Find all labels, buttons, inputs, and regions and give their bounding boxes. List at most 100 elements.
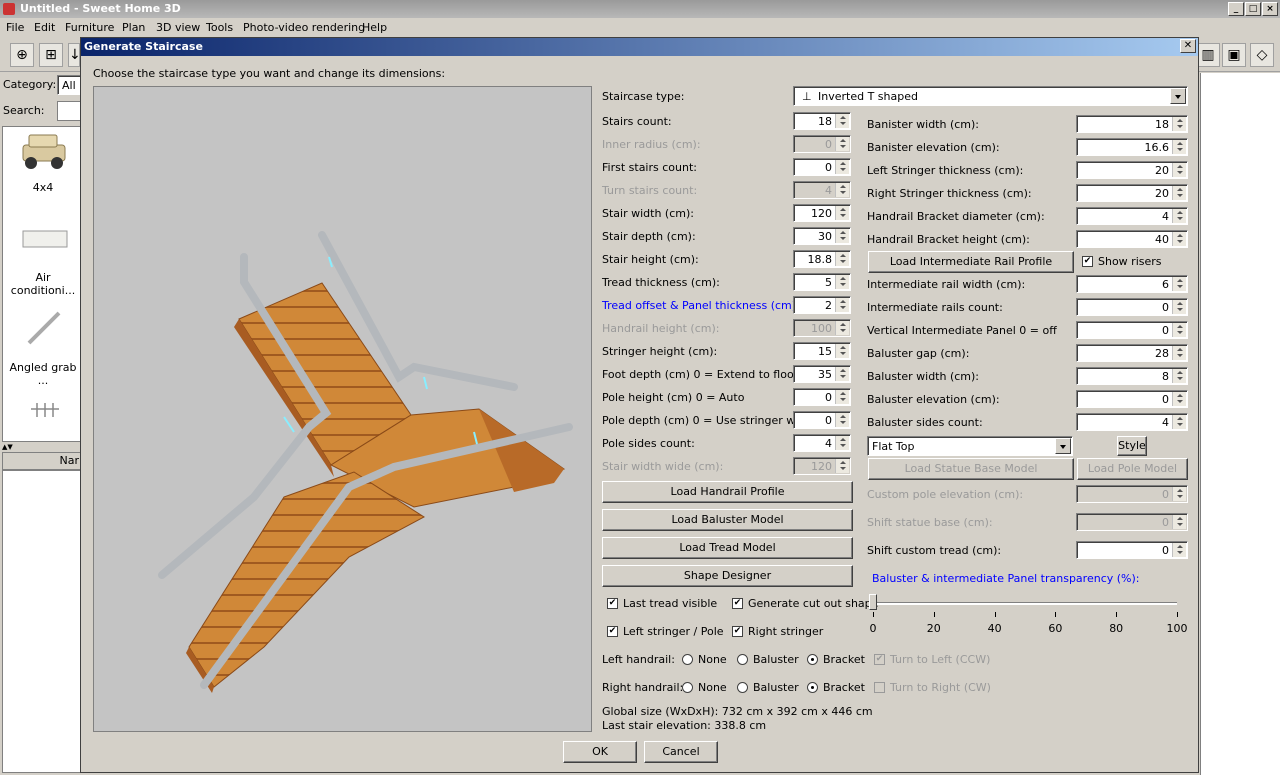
menu-plan[interactable]: Plan bbox=[122, 21, 145, 34]
load-pole-model-button[interactable]: Load Pole Model bbox=[1077, 458, 1188, 480]
open-icon[interactable]: ⊞ bbox=[39, 43, 63, 67]
number-spinner[interactable]: 8 bbox=[1076, 367, 1188, 385]
number-spinner[interactable]: 0 bbox=[793, 411, 851, 429]
menu-furniture[interactable]: Furniture bbox=[65, 21, 114, 34]
number-spinner[interactable]: 4 bbox=[793, 434, 851, 452]
cancel-button[interactable]: Cancel bbox=[644, 741, 718, 763]
spinner-arrows-icon[interactable] bbox=[835, 321, 849, 335]
spinner-arrows-icon[interactable] bbox=[835, 390, 849, 404]
number-spinner[interactable]: 0 bbox=[793, 135, 851, 153]
number-spinner[interactable]: 4 bbox=[1076, 413, 1188, 431]
number-spinner[interactable]: 0 bbox=[1076, 390, 1188, 408]
spinner-arrows-icon[interactable] bbox=[1172, 543, 1186, 557]
number-spinner[interactable]: 0 bbox=[793, 388, 851, 406]
number-spinner[interactable]: 100 bbox=[793, 319, 851, 337]
ok-button[interactable]: OK bbox=[563, 741, 637, 763]
number-spinner[interactable]: 0 bbox=[793, 158, 851, 176]
chevron-down-icon[interactable] bbox=[1170, 88, 1186, 104]
last-tread-visible-checkbox[interactable]: ✔ bbox=[607, 598, 618, 609]
generate-cut-out-checkbox[interactable]: ✔ bbox=[732, 598, 743, 609]
number-spinner[interactable]: 20 bbox=[1076, 161, 1188, 179]
spinner-arrows-icon[interactable] bbox=[1172, 209, 1186, 223]
spinner-arrows-icon[interactable] bbox=[1172, 300, 1186, 314]
style-button[interactable]: Style bbox=[1117, 436, 1147, 456]
spinner-arrows-icon[interactable] bbox=[835, 114, 849, 128]
load-tread-model-button[interactable]: Load Tread Model bbox=[602, 537, 853, 559]
catalog-item-label[interactable]: Angled grab ... bbox=[3, 361, 83, 387]
save-icon[interactable]: ↓ bbox=[68, 43, 81, 67]
column-header[interactable]: Nar bbox=[2, 452, 82, 470]
spinner-arrows-icon[interactable] bbox=[835, 436, 849, 450]
number-spinner[interactable]: 0 bbox=[1076, 321, 1188, 339]
category-combo[interactable]: All bbox=[57, 75, 82, 95]
spinner-arrows-icon[interactable] bbox=[1172, 415, 1186, 429]
chevron-down-icon[interactable] bbox=[1055, 438, 1071, 454]
search-input[interactable] bbox=[57, 101, 82, 121]
spinner-arrows-icon[interactable] bbox=[835, 252, 849, 266]
catalog-item-label[interactable]: 4x4 bbox=[3, 181, 83, 194]
spinner-arrows-icon[interactable] bbox=[835, 344, 849, 358]
left-stringer-checkbox[interactable]: ✔ bbox=[607, 626, 618, 637]
load-statue-base-button[interactable]: Load Statue Base Model bbox=[868, 458, 1074, 480]
number-spinner[interactable]: 35 bbox=[793, 365, 851, 383]
spinner-arrows-icon[interactable] bbox=[1172, 163, 1186, 177]
load-rail-profile-button[interactable]: Load Intermediate Rail Profile bbox=[868, 251, 1074, 273]
spinner-arrows-icon[interactable] bbox=[1172, 392, 1186, 406]
number-spinner[interactable]: 120 bbox=[793, 204, 851, 222]
spinner-arrows-icon[interactable] bbox=[835, 413, 849, 427]
spinner-arrows-icon[interactable] bbox=[1172, 277, 1186, 291]
number-spinner[interactable]: 20 bbox=[1076, 184, 1188, 202]
dialog-close-button[interactable]: ✕ bbox=[1180, 39, 1196, 53]
spinner-arrows-icon[interactable] bbox=[835, 160, 849, 174]
menu-photo-video[interactable]: Photo-video rendering bbox=[243, 21, 365, 34]
number-spinner[interactable]: 15 bbox=[793, 342, 851, 360]
staircase-3d-preview[interactable] bbox=[93, 86, 592, 732]
right-handrail-none-radio[interactable] bbox=[682, 682, 693, 693]
number-spinner[interactable]: 40 bbox=[1076, 230, 1188, 248]
number-spinner[interactable]: 5 bbox=[793, 273, 851, 291]
spinner-arrows-icon[interactable] bbox=[1172, 369, 1186, 383]
spinner-arrows-icon[interactable] bbox=[1172, 487, 1186, 501]
left-handrail-baluster-radio[interactable] bbox=[737, 654, 748, 665]
spinner-arrows-icon[interactable] bbox=[835, 367, 849, 381]
load-baluster-model-button[interactable]: Load Baluster Model bbox=[602, 509, 853, 531]
show-risers-checkbox[interactable]: ✔ bbox=[1082, 256, 1093, 267]
spinner-arrows-icon[interactable] bbox=[1172, 117, 1186, 131]
spinner-arrows-icon[interactable] bbox=[835, 459, 849, 473]
transparency-thumb[interactable] bbox=[869, 594, 877, 610]
menu-file[interactable]: File bbox=[6, 21, 24, 34]
number-spinner[interactable]: 0 bbox=[1076, 513, 1188, 531]
menu-3d-view[interactable]: 3D view bbox=[156, 21, 200, 34]
right-handrail-baluster-radio[interactable] bbox=[737, 682, 748, 693]
spinner-arrows-icon[interactable] bbox=[1172, 232, 1186, 246]
number-spinner[interactable]: 18.8 bbox=[793, 250, 851, 268]
left-handrail-none-radio[interactable] bbox=[682, 654, 693, 665]
plan-tool-icon[interactable]: ▥ bbox=[1196, 43, 1220, 67]
menu-tools[interactable]: Tools bbox=[206, 21, 233, 34]
spinner-arrows-icon[interactable] bbox=[835, 183, 849, 197]
label-tool-icon[interactable]: ◇ bbox=[1250, 43, 1274, 67]
transparency-track[interactable] bbox=[873, 602, 1177, 605]
number-spinner[interactable]: 4 bbox=[793, 181, 851, 199]
spinner-arrows-icon[interactable] bbox=[1172, 140, 1186, 154]
number-spinner[interactable]: 0 bbox=[1076, 485, 1188, 503]
number-spinner[interactable]: 0 bbox=[1076, 298, 1188, 316]
spinner-arrows-icon[interactable] bbox=[835, 206, 849, 220]
number-spinner[interactable]: 30 bbox=[793, 227, 851, 245]
number-spinner[interactable]: 2 bbox=[793, 296, 851, 314]
number-spinner[interactable]: 6 bbox=[1076, 275, 1188, 293]
furniture-catalog[interactable]: 4x4 Air conditioni... Angled grab ... bbox=[2, 126, 82, 442]
spinner-arrows-icon[interactable] bbox=[1172, 346, 1186, 360]
room-tool-icon[interactable]: ▣ bbox=[1222, 43, 1246, 67]
shape-designer-button[interactable]: Shape Designer bbox=[602, 565, 853, 587]
number-spinner[interactable]: 18 bbox=[1076, 115, 1188, 133]
number-spinner[interactable]: 16.6 bbox=[1076, 138, 1188, 156]
turn-right-checkbox[interactable] bbox=[874, 682, 885, 693]
spinner-arrows-icon[interactable] bbox=[1172, 323, 1186, 337]
left-handrail-bracket-radio[interactable] bbox=[807, 654, 818, 665]
right-stringer-checkbox[interactable]: ✔ bbox=[732, 626, 743, 637]
right-handrail-bracket-radio[interactable] bbox=[807, 682, 818, 693]
number-spinner[interactable]: 120 bbox=[793, 457, 851, 475]
number-spinner[interactable]: 0 bbox=[1076, 541, 1188, 559]
maximize-button[interactable]: □ bbox=[1245, 2, 1261, 16]
